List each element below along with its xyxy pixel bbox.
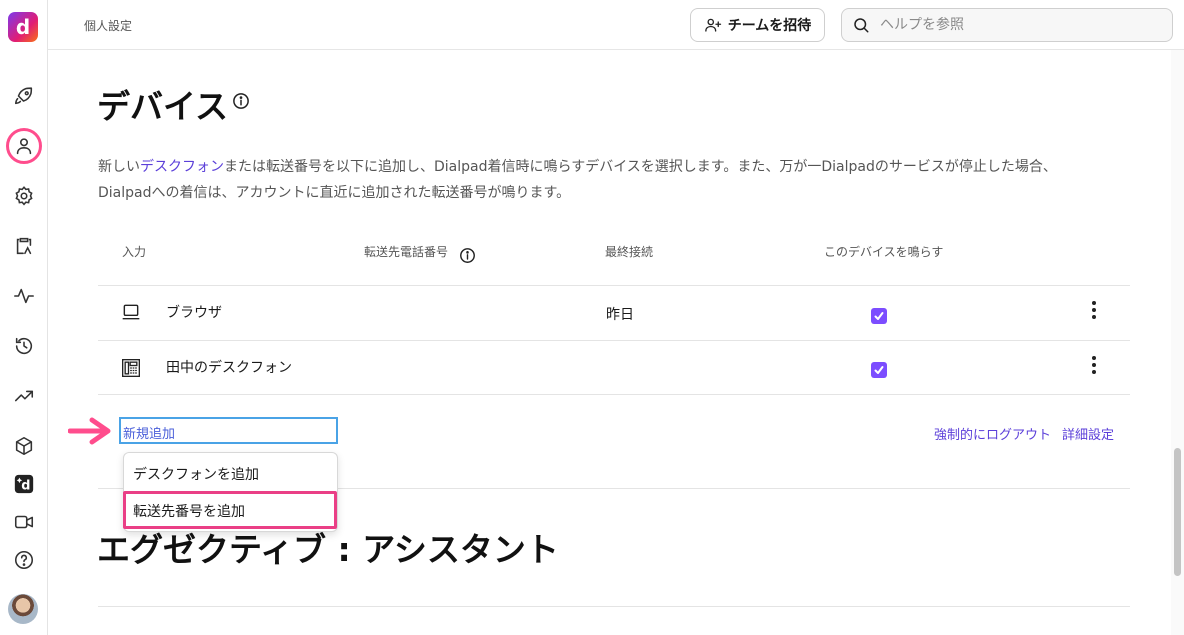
user-icon[interactable] xyxy=(12,134,36,158)
column-header-ring-device: このデバイスを鳴らす xyxy=(824,245,944,259)
search-input[interactable] xyxy=(880,17,1150,33)
add-user-icon xyxy=(704,18,721,32)
clipboard-icon[interactable] xyxy=(12,234,36,258)
rocket-icon[interactable] xyxy=(12,84,36,108)
row-menu-button[interactable] xyxy=(1086,299,1102,321)
breadcrumb: 個人設定 xyxy=(84,19,133,33)
advanced-settings-link[interactable]: 詳細設定 xyxy=(1062,424,1114,443)
scrollbar-thumb[interactable] xyxy=(1174,448,1181,576)
menu-item-add-deskphone[interactable]: デスクフォンを追加 xyxy=(124,454,337,492)
help-icon[interactable] xyxy=(12,548,36,572)
devices-title: デバイス xyxy=(97,87,229,126)
left-rail: d d xyxy=(0,0,48,635)
avatar[interactable] xyxy=(8,594,38,624)
svg-text:d: d xyxy=(21,479,30,494)
exec-assistant-title: エグゼクティブ : アシスタント xyxy=(97,530,559,569)
add-new-dropdown: デスクフォンを追加 転送先番号を追加 xyxy=(123,452,338,532)
main-content: デバイス 新しいデスクフォンまたは転送番号を以下に追加し、Dialpad着信時に… xyxy=(48,50,1171,635)
deskphone-link[interactable]: デスクフォン xyxy=(140,159,224,175)
column-header-last-connected: 最終接続 xyxy=(605,245,654,259)
divider xyxy=(98,606,1130,607)
scrollbar[interactable] xyxy=(1171,50,1184,635)
column-header-input: 入力 xyxy=(122,245,147,259)
deskphone-icon xyxy=(122,359,140,377)
arrow-annotation-icon xyxy=(68,417,111,445)
divider xyxy=(98,285,1130,286)
devices-description: 新しいデスクフォンまたは転送番号を以下に追加し、Dialpad着信時に鳴らすデバ… xyxy=(98,159,1057,201)
history-icon[interactable] xyxy=(12,334,36,358)
ring-checkbox[interactable] xyxy=(871,308,887,324)
column-header-forward-number: 転送先電話番号 xyxy=(364,245,449,259)
search-icon xyxy=(854,18,869,33)
video-icon[interactable] xyxy=(12,510,36,534)
trending-icon[interactable] xyxy=(12,384,36,408)
info-icon[interactable] xyxy=(232,92,250,110)
force-logout-link[interactable]: 強制的にログアウト xyxy=(934,424,1051,443)
ring-checkbox[interactable] xyxy=(871,362,887,378)
laptop-icon xyxy=(122,304,140,320)
dialpad-logo[interactable]: d xyxy=(8,12,38,42)
row-menu-button[interactable] xyxy=(1086,354,1102,376)
info-icon[interactable] xyxy=(459,247,476,264)
box-icon[interactable] xyxy=(12,434,36,458)
divider xyxy=(98,394,1130,395)
invite-team-label: チームを招待 xyxy=(727,17,812,33)
device-label: ブラウザ xyxy=(166,305,222,321)
last-connected: 昨日 xyxy=(606,307,634,323)
add-new-select[interactable]: 新規追加 xyxy=(119,417,338,444)
activity-icon[interactable] xyxy=(12,284,36,308)
invite-team-button[interactable]: チームを招待 xyxy=(690,8,825,42)
device-label: 田中のデスクフォン xyxy=(166,360,292,376)
dialpad-icon[interactable]: d xyxy=(12,472,36,496)
app: d d 個人設定 チームを招待 ヘルプを参照 デバイス 新しいデスクフォンまたは… xyxy=(0,0,1184,635)
divider xyxy=(98,340,1130,341)
topbar: 個人設定 チームを招待 xyxy=(48,0,1184,50)
help-search[interactable] xyxy=(841,8,1173,42)
gear-icon[interactable] xyxy=(12,184,36,208)
